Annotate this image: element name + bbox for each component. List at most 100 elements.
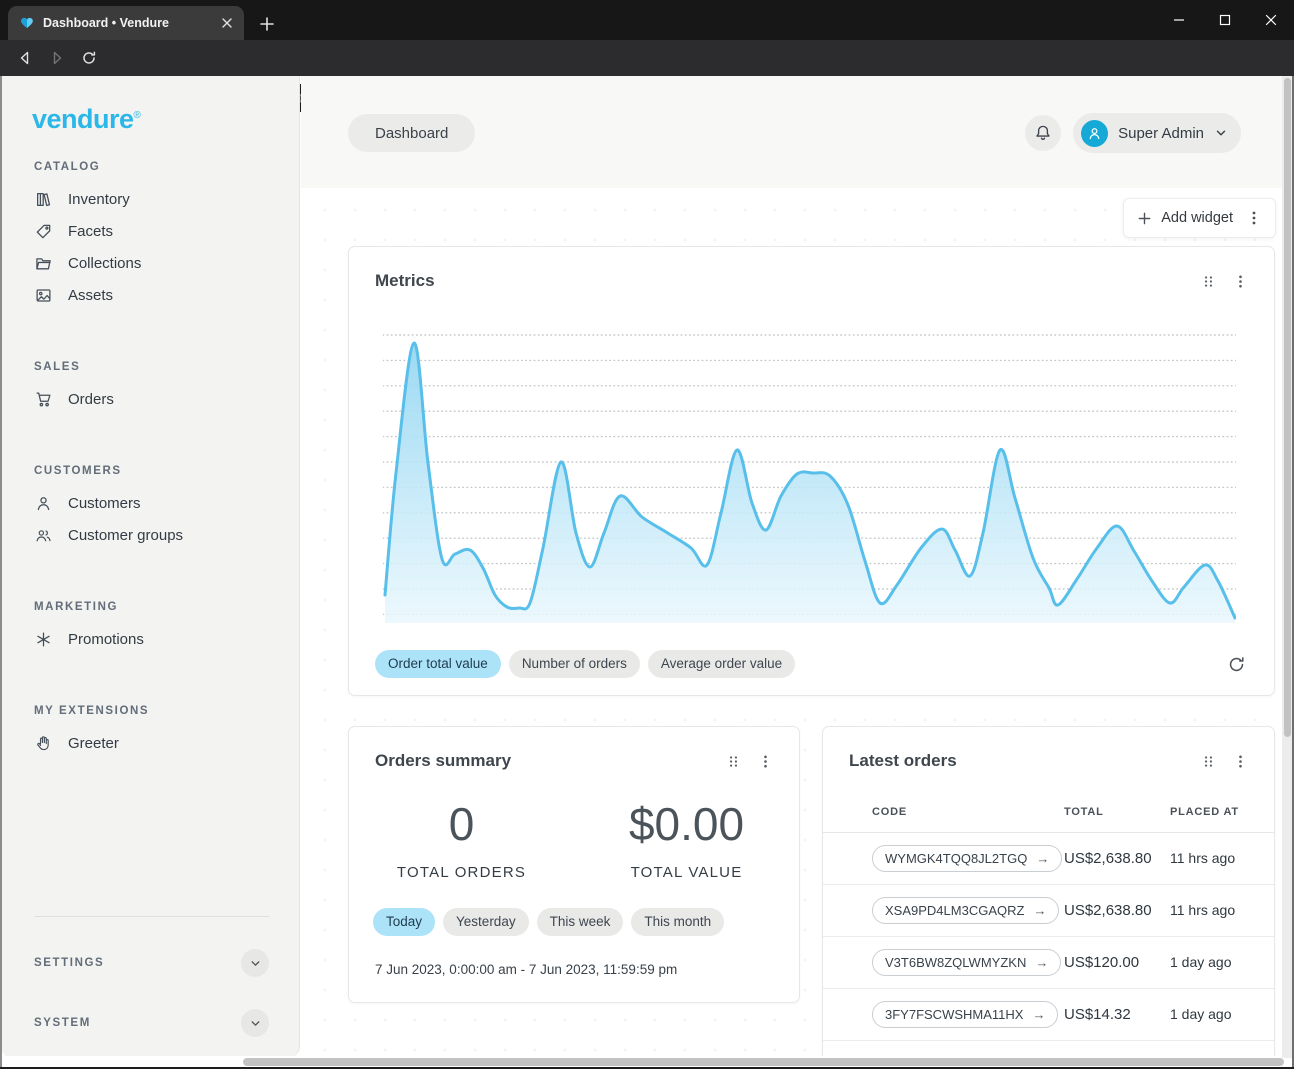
registered-mark: ® xyxy=(134,110,141,121)
total-orders-value: 0 xyxy=(349,797,574,851)
add-widget-button[interactable]: Add widget xyxy=(1123,198,1276,238)
notifications-button[interactable] xyxy=(1025,115,1061,151)
orders-table-body: WYMGK4TQQ8JL2TGQ→US$2,638.8011 hrs ago XS… xyxy=(823,833,1274,1041)
order-code-cell: WYMGK4TQQ8JL2TGQ→ xyxy=(872,845,1064,872)
facets-icon xyxy=(34,222,52,240)
sidebar-item-label: Promotions xyxy=(68,631,144,648)
reload-button-icon[interactable] xyxy=(76,45,102,71)
sidebar-item-assets[interactable]: Assets xyxy=(2,279,299,311)
bell-icon xyxy=(1034,124,1052,142)
order-row: XSA9PD4LM3CGAQRZ→US$2,638.8011 hrs ago xyxy=(823,885,1274,937)
order-code-link[interactable]: XSA9PD4LM3CGAQRZ→ xyxy=(872,897,1059,924)
order-code-link[interactable]: 3FY7FSCWSHMA11HX→ xyxy=(872,1001,1058,1028)
browser-toolbar: localhost:3000/admin/ xyxy=(0,40,1294,76)
sidebar-item-customer-groups[interactable]: Customer groups xyxy=(2,519,299,551)
order-total: US$2,638.80 xyxy=(1064,850,1170,867)
refresh-button[interactable] xyxy=(1222,650,1250,678)
order-code-cell: V3T6BW8ZQLWMYZKN→ xyxy=(872,949,1064,976)
drag-handle-icon[interactable] xyxy=(1202,274,1215,289)
window-close-button[interactable] xyxy=(1248,0,1294,40)
sidebar-section-heading: CATALOG xyxy=(34,161,267,173)
kebab-menu-icon[interactable] xyxy=(1233,754,1248,769)
settings-section-label: SETTINGS xyxy=(34,957,104,969)
metrics-legend: Order total value Number of orders Average… xyxy=(375,650,795,678)
browser-window: Dashboard • Vendure xyxy=(0,0,1294,1069)
orders-table-header: CODETOTALPLACED AT xyxy=(823,791,1274,833)
orders-summary-widget: Orders summary 0 TOTAL ORDERS $0.00 xyxy=(348,726,800,1003)
chart-area xyxy=(385,343,1235,623)
new-tab-button[interactable] xyxy=(256,13,278,35)
order-code-text: WYMGK4TQQ8JL2TGQ xyxy=(885,851,1027,866)
sidebar-item-orders[interactable]: Orders xyxy=(2,383,299,415)
orders-summary-title: Orders summary xyxy=(375,751,511,771)
breadcrumb[interactable]: Dashboard xyxy=(348,114,475,152)
sidebar-item-label: Customer groups xyxy=(68,527,183,544)
drag-handle-icon[interactable] xyxy=(1202,754,1215,769)
plus-icon xyxy=(1137,211,1152,226)
period-pill-this-week[interactable]: This week xyxy=(537,908,624,936)
horizontal-scrollbar-thumb[interactable] xyxy=(243,1058,1284,1066)
user-avatar xyxy=(1081,120,1108,147)
window-maximize-button[interactable] xyxy=(1202,0,1248,40)
tab-close-icon[interactable] xyxy=(218,14,236,32)
kebab-menu-icon[interactable] xyxy=(1233,274,1248,289)
metric-pill-average-order-value[interactable]: Average order value xyxy=(648,650,795,678)
order-placed-at: 1 day ago xyxy=(1170,954,1275,972)
user-menu-button[interactable]: Super Admin xyxy=(1073,113,1241,153)
sidebar-item-system[interactable]: SYSTEM xyxy=(34,1009,269,1037)
order-code-text: XSA9PD4LM3CGAQRZ xyxy=(885,903,1024,918)
order-total: US$120.00 xyxy=(1064,954,1170,971)
vendure-favicon-icon xyxy=(19,15,35,31)
order-placed-at: 1 day ago xyxy=(1170,1006,1275,1024)
order-total: US$2,638.80 xyxy=(1064,902,1170,919)
metric-pill-order-total-value[interactable]: Order total value xyxy=(375,650,501,678)
browser-titlebar: Dashboard • Vendure xyxy=(0,0,1294,40)
sidebar-item-label: Customers xyxy=(68,495,141,512)
sidebar-item-settings[interactable]: SETTINGS xyxy=(34,949,269,977)
order-code-link[interactable]: V3T6BW8ZQLWMYZKN→ xyxy=(872,949,1061,976)
browser-tab[interactable]: Dashboard • Vendure xyxy=(8,6,244,40)
drag-handle-icon[interactable] xyxy=(727,754,740,769)
total-orders-stat: 0 TOTAL ORDERS xyxy=(349,797,574,881)
order-row: 3FY7FSCWSHMA11HX→US$14.321 day ago xyxy=(823,989,1274,1041)
sidebar-item-greeter[interactable]: Greeter xyxy=(2,727,299,759)
vertical-scrollbar[interactable] xyxy=(1282,76,1292,1058)
tab-title: Dashboard • Vendure xyxy=(43,16,210,30)
sidebar-item-customers[interactable]: Customers xyxy=(2,487,299,519)
order-code-text: 3FY7FSCWSHMA11HX xyxy=(885,1007,1023,1022)
sidebar-item-inventory[interactable]: Inventory xyxy=(2,183,299,215)
total-value-label: TOTAL VALUE xyxy=(574,864,799,881)
order-code-link[interactable]: WYMGK4TQQ8JL2TGQ→ xyxy=(872,845,1062,872)
sidebar-item-label: Greeter xyxy=(68,735,119,752)
sidebar-item-collections[interactable]: Collections xyxy=(2,247,299,279)
metrics-title: Metrics xyxy=(375,271,435,291)
kebab-menu-icon[interactable] xyxy=(1246,210,1262,226)
forward-button-icon[interactable] xyxy=(44,45,70,71)
period-pill-this-month[interactable]: This month xyxy=(631,908,724,936)
chevron-down-icon xyxy=(1214,126,1228,140)
chevron-down-icon[interactable] xyxy=(241,1009,269,1037)
period-pill-today[interactable]: Today xyxy=(373,908,435,936)
sidebar-item-facets[interactable]: Facets xyxy=(2,215,299,247)
total-value-value: $0.00 xyxy=(574,797,799,851)
period-pill-yesterday[interactable]: Yesterday xyxy=(443,908,529,936)
sidebar-item-promotions[interactable]: Promotions xyxy=(2,623,299,655)
chevron-down-icon[interactable] xyxy=(241,949,269,977)
order-row: WYMGK4TQQ8JL2TGQ→US$2,638.8011 hrs ago xyxy=(823,833,1274,885)
metrics-chart-svg xyxy=(383,333,1236,623)
column-header-code: CODE xyxy=(872,806,1064,818)
kebab-menu-icon[interactable] xyxy=(758,754,773,769)
horizontal-scrollbar[interactable] xyxy=(2,1056,1282,1067)
system-section-label: SYSTEM xyxy=(34,1017,91,1029)
promotions-icon xyxy=(34,630,52,648)
window-minimize-button[interactable] xyxy=(1156,0,1202,40)
order-code-text: V3T6BW8ZQLWMYZKN xyxy=(885,955,1026,970)
vertical-scrollbar-thumb[interactable] xyxy=(1284,78,1291,737)
total-value-stat: $0.00 TOTAL VALUE xyxy=(574,797,799,881)
add-widget-label: Add widget xyxy=(1161,210,1233,226)
metric-pill-number-of-orders[interactable]: Number of orders xyxy=(509,650,640,678)
window-edge-left xyxy=(0,76,2,1067)
assets-icon xyxy=(34,286,52,304)
back-button-icon[interactable] xyxy=(12,45,38,71)
column-header-total: TOTAL xyxy=(1064,806,1170,818)
